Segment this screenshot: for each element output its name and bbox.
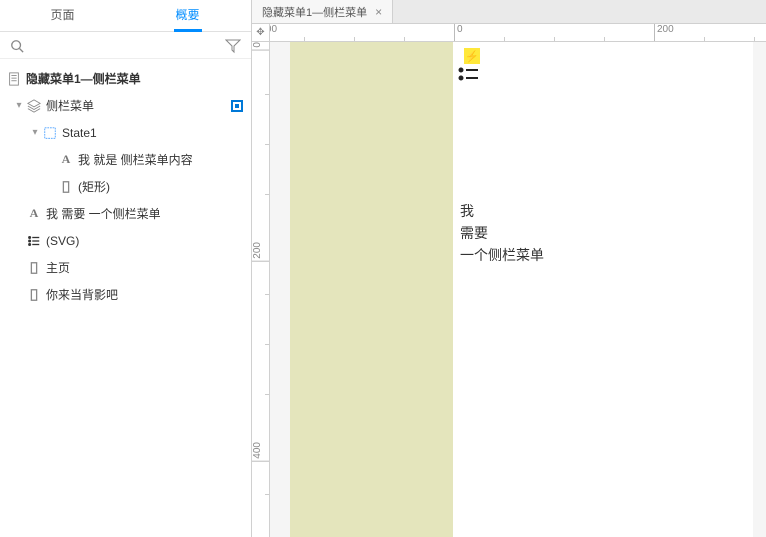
- tree-rect-label: (矩形): [78, 178, 243, 195]
- tree-rect[interactable]: (矩形): [0, 173, 251, 200]
- tree-text-inner-label: 我 就是 侧栏菜单内容: [78, 151, 243, 168]
- rect-icon: [26, 287, 42, 303]
- outline-tree: 隐藏菜单1—侧栏菜单 ▾ 侧栏菜单 ▾ State1 A 我 就是 侧栏菜单内容: [0, 59, 251, 537]
- shape-background-rect[interactable]: [290, 42, 453, 537]
- list-icon: [26, 233, 42, 249]
- sidebar-tabs: 页面 概要: [0, 0, 251, 32]
- rect-icon: [26, 260, 42, 276]
- canvas-viewport[interactable]: ⚡ 我 需要 一个侧栏菜单: [270, 42, 766, 537]
- document-tab[interactable]: 隐藏菜单1—侧栏菜单 ×: [252, 0, 393, 23]
- rect-icon: [58, 179, 74, 195]
- search-row: [0, 32, 251, 59]
- canvas-text-line: 需要: [460, 225, 488, 241]
- dp-state-indicator[interactable]: [231, 100, 243, 112]
- caret-icon[interactable]: ▾: [28, 127, 42, 138]
- stack-icon: [26, 98, 42, 114]
- tree-bg-label: 你来当背影吧: [46, 286, 243, 303]
- tree-text-need[interactable]: A 我 需要 一个侧栏菜单: [0, 200, 251, 227]
- canvas-area: 隐藏菜单1—侧栏菜单 × ✥ -2000200400 0200400 ⚡ 我 需…: [252, 0, 766, 537]
- search-icon: [10, 39, 24, 53]
- document-tab-title: 隐藏菜单1—侧栏菜单: [262, 4, 367, 20]
- text-icon: A: [26, 206, 42, 222]
- tree-dp-label: 侧栏菜单: [46, 97, 227, 114]
- document-tabs: 隐藏菜单1—侧栏菜单 ×: [252, 0, 766, 24]
- tree-bg[interactable]: 你来当背影吧: [0, 281, 251, 308]
- tree-dynamic-panel[interactable]: ▾ 侧栏菜单: [0, 92, 251, 119]
- caret-icon[interactable]: ▾: [12, 100, 26, 111]
- text-icon: A: [58, 152, 74, 168]
- tree-svg[interactable]: (SVG): [0, 227, 251, 254]
- tree-main[interactable]: 主页: [0, 254, 251, 281]
- tree-root-label: 隐藏菜单1—侧栏菜单: [26, 70, 243, 87]
- canvas-text-block[interactable]: 我 需要 一个侧栏菜单: [460, 200, 544, 266]
- ruler-origin-icon[interactable]: ✥: [252, 24, 270, 42]
- svg-list-icon[interactable]: [458, 66, 480, 85]
- ruler-vertical[interactable]: 0200400: [252, 42, 270, 537]
- ruler-horizontal[interactable]: -2000200400: [270, 24, 766, 42]
- tree-main-label: 主页: [46, 259, 243, 276]
- interaction-badge-icon[interactable]: ⚡: [464, 48, 480, 64]
- close-icon[interactable]: ×: [375, 5, 382, 19]
- state-icon: [42, 125, 58, 141]
- filter-icon[interactable]: [225, 38, 241, 54]
- tab-page[interactable]: 页面: [0, 0, 125, 31]
- shape-main-page[interactable]: [453, 42, 753, 537]
- tree-state1[interactable]: ▾ State1: [0, 119, 251, 146]
- canvas-text-line: 我: [460, 203, 474, 219]
- search-input[interactable]: [30, 39, 225, 53]
- tree-text-need-label: 我 需要 一个侧栏菜单: [46, 205, 243, 222]
- sidebar-panel: 页面 概要 隐藏菜单1—侧栏菜单 ▾: [0, 0, 252, 537]
- tree-root[interactable]: 隐藏菜单1—侧栏菜单: [0, 65, 251, 92]
- tree-state1-label: State1: [62, 126, 243, 140]
- tree-text-inner[interactable]: A 我 就是 侧栏菜单内容: [0, 146, 251, 173]
- canvas-text-line: 一个侧栏菜单: [460, 247, 544, 263]
- tree-svg-label: (SVG): [46, 234, 243, 248]
- tab-overview[interactable]: 概要: [125, 0, 250, 31]
- page-icon: [6, 71, 22, 87]
